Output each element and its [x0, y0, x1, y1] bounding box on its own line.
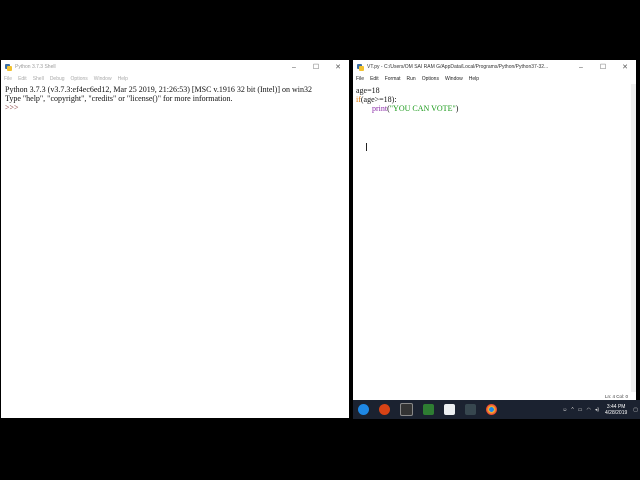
taskbar: ☺ ^ ▭ ◠ ◂) 3:44 PM 4/28/2019 ▢ [353, 400, 640, 419]
code-line: if(age>=18): [356, 95, 636, 104]
file-icon[interactable] [444, 404, 455, 415]
system-tray: ☺ ^ ▭ ◠ ◂) 3:44 PM 4/28/2019 ▢ [560, 404, 640, 416]
maximize-button[interactable]: ☐ [305, 60, 327, 74]
editor-window[interactable]: VT.py - C:/Users/OM SAI RAM G/AppData/Lo… [353, 60, 636, 400]
menu-shell[interactable]: Shell [33, 76, 44, 82]
notifications-icon[interactable]: ▢ [633, 407, 638, 413]
python-icon[interactable] [465, 404, 476, 415]
shell-titlebar[interactable]: Python 3.7.3 Shell – ☐ ✕ [1, 60, 349, 74]
menu-window[interactable]: Window [94, 76, 112, 82]
idle-icon[interactable] [358, 404, 369, 415]
menu-edit[interactable]: Edit [370, 76, 379, 82]
volume-icon[interactable]: ◂) [595, 407, 599, 413]
string-literal: "YOU CAN VOTE" [389, 104, 456, 113]
maximize-button[interactable]: ☐ [592, 60, 614, 74]
ibeam-cursor-icon [366, 143, 367, 151]
menu-help[interactable]: Help [118, 76, 128, 82]
code-line: print("YOU CAN VOTE") [356, 104, 636, 113]
people-icon[interactable]: ☺ [562, 407, 567, 413]
editor-scrollbar[interactable] [631, 84, 636, 392]
menu-file[interactable]: File [4, 76, 12, 82]
chevron-up-icon[interactable]: ^ [571, 407, 573, 413]
clock-time: 3:44 PM [606, 403, 626, 410]
python-icon [357, 63, 364, 71]
clock-date: 4/28/2019 [605, 409, 628, 416]
menu-window[interactable]: Window [445, 76, 463, 82]
menu-edit[interactable]: Edit [18, 76, 27, 82]
builtin-print: print [372, 104, 388, 113]
shell-banner-line: Type "help", "copyright", "credits" or "… [5, 94, 233, 103]
menu-options[interactable]: Options [71, 76, 88, 82]
shell-prompt: >>> [5, 103, 19, 112]
menu-format[interactable]: Format [385, 76, 401, 82]
editor-titlebar[interactable]: VT.py - C:/Users/OM SAI RAM G/AppData/Lo… [353, 60, 636, 74]
python-icon [5, 63, 12, 71]
close-button[interactable]: ✕ [327, 60, 349, 74]
terminal-icon[interactable] [400, 403, 413, 416]
editor-title: VT.py - C:/Users/OM SAI RAM G/AppData/Lo… [367, 64, 549, 70]
menu-options[interactable]: Options [422, 76, 439, 82]
wifi-icon[interactable]: ◠ [586, 407, 590, 413]
shell-menubar: File Edit Shell Debug Options Window Hel… [1, 74, 349, 84]
cursor-position: Ln: 4 Col: 0 [604, 393, 628, 399]
app-icon[interactable] [379, 404, 390, 415]
clock[interactable]: 3:44 PM 4/28/2019 [605, 404, 627, 416]
battery-icon[interactable]: ▭ [578, 407, 583, 413]
paren-close: ) [455, 104, 459, 113]
condition: (age>=18): [360, 95, 397, 104]
menu-run[interactable]: Run [407, 76, 416, 82]
close-button[interactable]: ✕ [614, 60, 636, 74]
menu-debug[interactable]: Debug [50, 76, 65, 82]
menu-help[interactable]: Help [469, 76, 479, 82]
minimize-button[interactable]: – [570, 60, 592, 74]
code-editor[interactable]: age=18 if(age>=18): print("YOU CAN VOTE"… [353, 86, 636, 400]
chrome-icon[interactable] [486, 404, 497, 415]
shell-output[interactable]: Python 3.7.3 (v3.7.3:ef4ec6ed12, Mar 25 … [1, 85, 349, 418]
image-icon[interactable] [423, 404, 434, 415]
shell-title: Python 3.7.3 Shell [15, 64, 56, 70]
shell-banner-line: Python 3.7.3 (v3.7.3:ef4ec6ed12, Mar 25 … [5, 85, 313, 94]
code-line: age=18 [356, 86, 380, 95]
minimize-button[interactable]: – [283, 60, 305, 74]
editor-menubar: File Edit Format Run Options Window Help [353, 74, 636, 84]
python-shell-window[interactable]: Python 3.7.3 Shell – ☐ ✕ File Edit Shell… [1, 60, 349, 418]
editor-statusbar: Ln: 4 Col: 0 [353, 392, 636, 400]
menu-file[interactable]: File [356, 76, 364, 82]
